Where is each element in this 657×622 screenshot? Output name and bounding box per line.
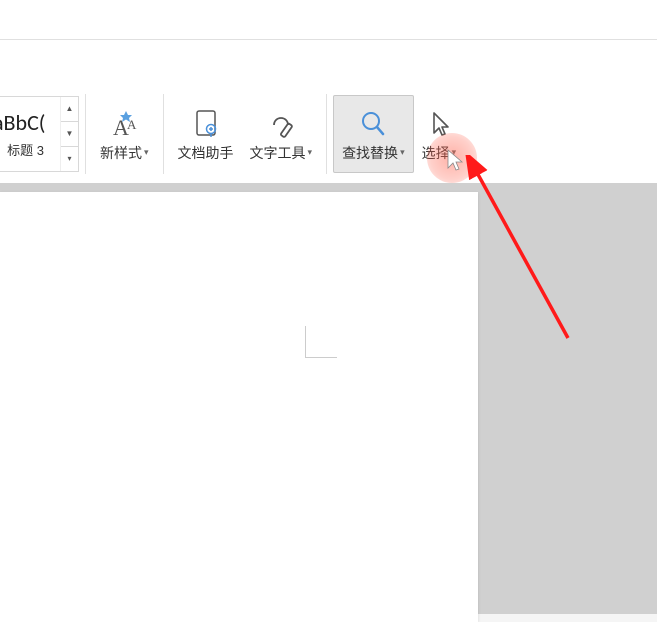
style-preview-text: aBbC( (0, 109, 58, 136)
select-button[interactable]: 选择 ▾ (414, 95, 465, 173)
doc-assistant-icon (189, 105, 223, 143)
gallery-up-icon[interactable]: ▲ (61, 97, 78, 122)
page-margin-marker (305, 326, 337, 358)
cursor-icon (422, 105, 456, 143)
find-replace-label: 查找替换 (342, 143, 398, 163)
gallery-scroll: ▲ ▼ ▾ (61, 97, 78, 171)
title-bar (0, 0, 657, 40)
separator (326, 94, 327, 174)
find-replace-button[interactable]: 查找替换 ▾ (333, 95, 414, 173)
chevron-down-icon: ▾ (308, 147, 313, 158)
doc-assistant-label: 文档助手 (178, 143, 234, 163)
chevron-down-icon: ▾ (452, 147, 457, 158)
document-area (0, 184, 657, 614)
chevron-down-icon: ▾ (400, 147, 405, 158)
gallery-down-icon[interactable]: ▼ (61, 122, 78, 147)
text-tools-label: 文字工具 (250, 143, 306, 163)
separator (163, 94, 164, 174)
document-page[interactable] (0, 192, 478, 622)
ribbon-toolbar: aBbC( 标题 3 ▲ ▼ ▾ A A 新样式 ▾ (0, 40, 657, 184)
new-style-button[interactable]: A A 新样式 ▾ (92, 95, 157, 173)
text-tools-icon (264, 105, 298, 143)
style-label-text: 标题 3 (7, 140, 44, 159)
doc-assistant-button[interactable]: 文档助手 (170, 95, 242, 173)
new-style-icon: A A (105, 105, 143, 143)
search-icon (356, 105, 390, 143)
style-item-heading3[interactable]: aBbC( 标题 3 (0, 97, 61, 171)
text-tools-button[interactable]: 文字工具 ▾ (242, 95, 321, 173)
style-gallery[interactable]: aBbC( 标题 3 ▲ ▼ ▾ (0, 96, 79, 172)
select-label: 选择 (422, 143, 450, 163)
chevron-down-icon: ▾ (144, 147, 149, 158)
gallery-expand-icon[interactable]: ▾ (61, 147, 78, 171)
new-style-label: 新样式 (100, 143, 142, 163)
separator (85, 94, 86, 174)
